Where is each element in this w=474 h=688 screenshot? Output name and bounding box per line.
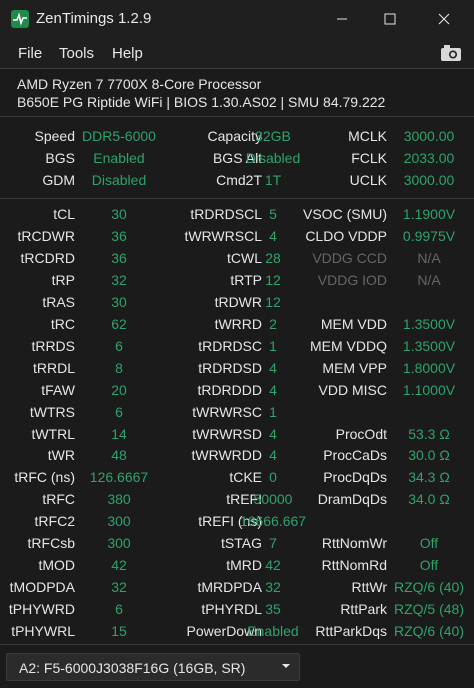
timings-value: 1.1900V [402,206,456,222]
title-bar: ZenTimings 1.2.9 [0,0,474,38]
menu-tools[interactable]: Tools [59,45,94,62]
menu-help[interactable]: Help [112,45,143,62]
maximize-button[interactable] [366,0,414,38]
timings-label: VDDG IOD [317,271,387,288]
timings-label: RttWr [351,579,387,596]
app-icon [11,10,29,28]
summary-label: MCLK [348,128,387,144]
dimm-select[interactable]: A2: F5-6000J3038F16G (16GB, SR) [6,653,300,681]
timings-value: 1.1000V [402,381,456,398]
footer-divider [0,644,474,645]
timings-value: RZQ/6 (40) [393,623,464,640]
window-title: ZenTimings 1.2.9 [36,10,152,27]
timings-label: RttNomWr [321,535,387,552]
maximize-icon [384,13,396,25]
timings-value: 1.8000V [402,359,456,376]
summary-value: 3000.00 [403,128,455,144]
summary-value: 2033.00 [403,150,455,166]
timings-value: 1 [269,403,277,420]
minimize-icon [337,18,347,20]
timings-value: 53.3 Ω [408,425,450,442]
timings-value: Off [419,557,439,574]
camera-icon [441,45,461,61]
timings-label: RttNomRd [321,557,387,574]
timings-value: Off [419,535,439,552]
timings-label: ProcCaDs [323,447,387,464]
timings-label: VSOC (SMU) [303,206,387,222]
timings-label: VDD MISC [318,381,387,398]
info-divider [0,116,474,117]
timings-label: ProcDqDs [323,469,387,486]
summary-label: UCLK [349,172,387,188]
timings-label: CLDO VDDP [305,227,387,244]
chevron-down-icon [282,664,290,668]
timings-label: RttParkDqs [315,623,387,640]
dimm-select-value: A2: F5-6000J3038F16G (16GB, SR) [19,660,246,676]
timings-label: DramDqDs [317,491,387,508]
summary-value: 3000.00 [403,172,455,188]
summary-divider [0,198,474,199]
close-icon [438,13,450,25]
timings-value: 16666.667 [239,513,307,530]
timings-label: VDDG CCD [312,249,387,266]
timings-value: 30.0 Ω [408,447,450,464]
close-button[interactable] [420,0,468,38]
timings-label: MEM VDDQ [310,337,387,354]
menu-file[interactable]: File [18,45,42,62]
timings-value: 1.3500V [402,315,456,332]
timings-label: MEM VPP [322,359,387,376]
timings-label: MEM VDD [320,315,387,332]
minimize-button[interactable] [318,0,366,38]
timings-value: 34.0 Ω [408,491,450,508]
timings-value: 34.3 Ω [408,469,450,486]
timings-value: 12 [265,293,281,310]
menu-bar: File Tools Help [0,38,474,68]
summary-label: FCLK [351,150,387,166]
timings-value: N/A [417,271,441,288]
menu-divider [0,68,474,69]
timings-value: 1.3500V [402,337,456,354]
timings-value: 0.9975V [402,227,456,244]
timings-label: ProcOdt [335,425,387,442]
timings-label: RttPark [340,601,387,618]
timings-value: N/A [417,249,441,266]
board-info: B650E PG Riptide WiFi | BIOS 1.30.AS02 |… [17,94,386,110]
screenshot-button[interactable] [440,44,462,62]
timings-value: RZQ/5 (48) [393,601,464,618]
cpu-name: AMD Ryzen 7 7700X 8-Core Processor [17,76,262,92]
timings-value: RZQ/6 (40) [393,579,464,596]
